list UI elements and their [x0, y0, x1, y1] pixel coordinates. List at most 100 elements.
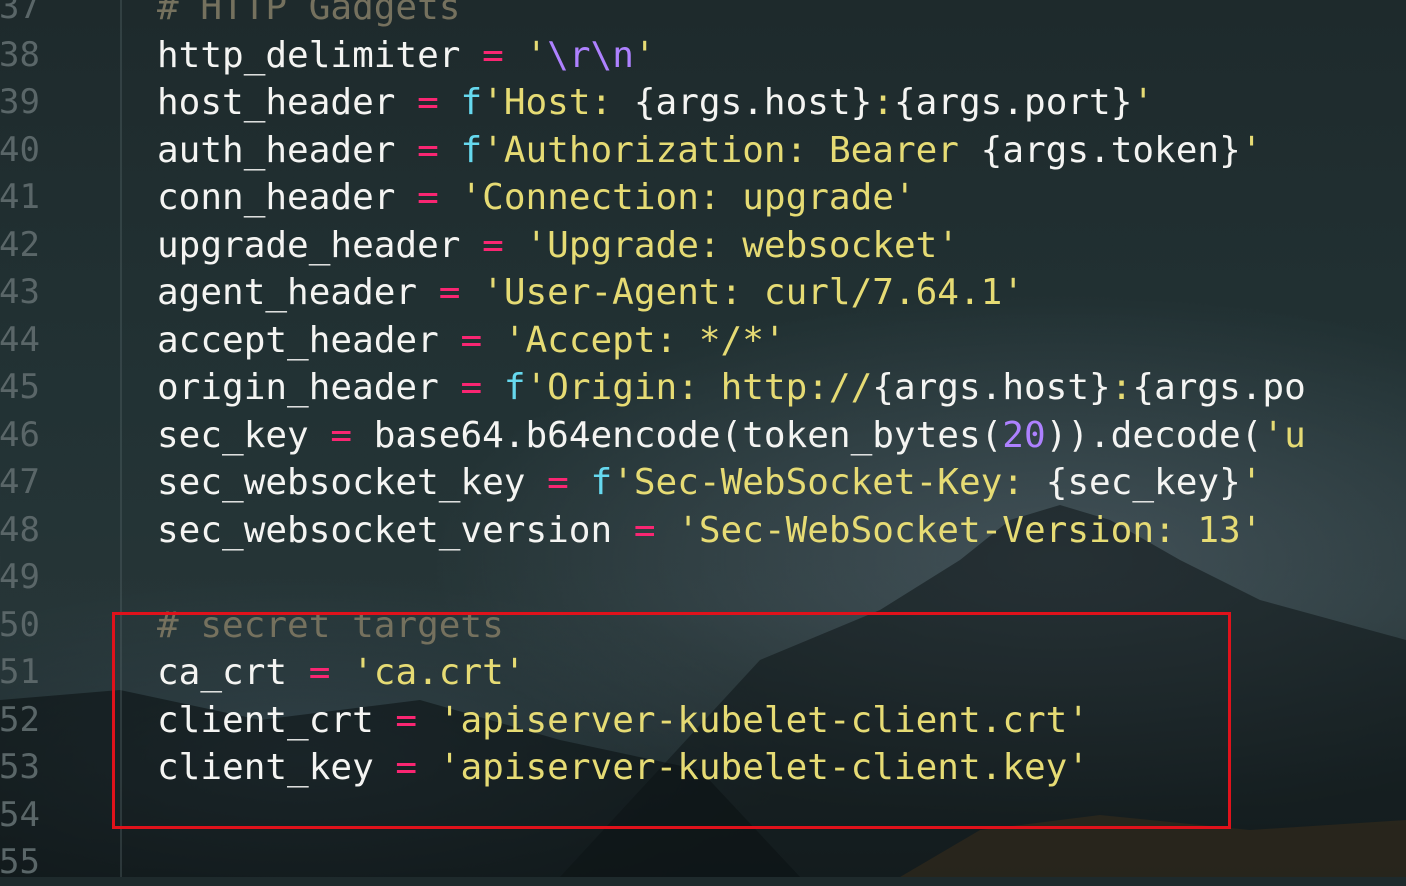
code-token: {sec_key} [1045, 462, 1241, 503]
code-line[interactable]: 38 http_delimiter = '\r\n' [0, 32, 1406, 79]
line-number: 51 [0, 652, 40, 692]
code-token: accept_header [157, 319, 461, 361]
line-number: 54 [0, 794, 40, 835]
code-line[interactable]: 42 upgrade_header = 'Upgrade: websocket' [0, 222, 1406, 269]
line-number: 53 [0, 747, 40, 787]
code-token: f [460, 82, 483, 123]
code-token: 'Sec-WebSocket-Version: 13' [677, 509, 1263, 551]
code-token: = [460, 319, 483, 361]
code-text: agent_header = 'User-Agent: curl/7.64.1' [157, 269, 1024, 316]
code-line[interactable]: 47 sec_websocket_key = f'Sec-WebSocket-Ke… [0, 459, 1406, 506]
code-line[interactable]: 41 conn_header = 'Connection: upgrade' [0, 174, 1406, 221]
code-token: f [590, 462, 613, 503]
line-number: 42 [0, 224, 40, 265]
line-number: 49 [0, 557, 40, 597]
code-token: origin_header [157, 367, 461, 408]
red-highlight-box [112, 612, 1231, 829]
code-text: # HTTP Gadgets [157, 0, 460, 31]
code-token: = [547, 462, 569, 503]
code-token: ' [633, 34, 656, 76]
code-token: {args.host} [872, 367, 1111, 408]
code-token: ' [1132, 82, 1155, 123]
code-token: {args.port} [893, 82, 1133, 123]
code-token: = [330, 414, 353, 456]
code-token: 'Origin: http:// [525, 367, 873, 408]
line-number: 38 [0, 34, 40, 75]
code-token: f [503, 367, 526, 408]
line-number: 40 [0, 129, 40, 170]
code-token: = [417, 177, 439, 218]
code-text: origin_header = f'Origin: http://{args.h… [157, 364, 1306, 411]
code-token: 'Host: [482, 82, 634, 123]
code-token: upgrade_header [157, 224, 483, 266]
line-number: 43 [0, 272, 40, 312]
code-line[interactable]: 46 sec_key = base64.b64encode(token_bytes… [0, 412, 1406, 459]
line-number: 44 [0, 319, 40, 360]
code-token: sec_websocket_key [157, 462, 548, 503]
code-token: 'Upgrade: websocket' [525, 224, 959, 266]
code-text: accept_header = 'Accept: */*' [157, 317, 786, 364]
code-line[interactable]: 49 [0, 554, 1406, 601]
code-line[interactable]: 48 sec_websocket_version = 'Sec-WebSocket… [0, 507, 1406, 554]
code-text: sec_websocket_key = f'Sec-WebSocket-Key:… [157, 459, 1262, 506]
code-token: ' [1240, 129, 1263, 171]
code-token: sec_key [157, 414, 331, 456]
code-token: {args.host} [633, 82, 873, 123]
code-line[interactable]: 40 auth_header = f'Authorization: Bearer … [0, 127, 1406, 174]
code-text: auth_header = f'Authorization: Bearer {a… [157, 127, 1262, 174]
code-line[interactable]: 43 agent_header = 'User-Agent: curl/7.64.… [0, 269, 1406, 316]
code-token: 'Sec-WebSocket-Key: [612, 462, 1046, 503]
line-number: 52 [0, 699, 40, 740]
code-token: f [460, 129, 483, 171]
code-line[interactable]: 44 accept_header = 'Accept: */*' [0, 317, 1406, 364]
line-number: 55 [0, 842, 40, 882]
code-text: sec_key = base64.b64encode(token_bytes(2… [157, 412, 1306, 459]
code-token: # HTTP Gadgets [157, 0, 461, 28]
code-token: 'u [1262, 414, 1306, 456]
code-token: = [460, 367, 483, 408]
code-token: = [417, 129, 439, 171]
code-token: 'Authorization: Bearer [482, 129, 981, 171]
line-number: 48 [0, 509, 40, 550]
line-number: 41 [0, 177, 40, 217]
code-token: 'Accept: */*' [503, 319, 786, 361]
code-token: host_header [157, 82, 418, 123]
line-number: 45 [0, 367, 40, 407]
code-line[interactable]: 39 host_header = f'Host: {args.host}:{arg… [0, 79, 1406, 126]
code-text: upgrade_header = 'Upgrade: websocket' [157, 222, 959, 269]
code-token: agent_header [157, 272, 439, 313]
line-number: 37 [0, 0, 40, 27]
code-token: {args.po [1132, 367, 1306, 408]
code-text: host_header = f'Host: {args.host}:{args.… [157, 79, 1154, 126]
code-token: = [482, 224, 504, 266]
code-token: )).decode( [1045, 414, 1263, 456]
code-token: auth_header [157, 129, 418, 171]
code-token: = [417, 82, 439, 123]
line-number: 50 [0, 604, 40, 645]
code-token: \r\n [547, 34, 634, 76]
code-token: = [438, 272, 461, 313]
code-token: = [482, 34, 504, 76]
code-token: {args.token} [980, 129, 1241, 171]
code-text: conn_header = 'Connection: upgrade' [157, 174, 916, 221]
code-token: 20 [1002, 414, 1046, 456]
code-text: http_delimiter = '\r\n' [157, 32, 656, 79]
code-token: base64.b64encode(token_bytes( [352, 414, 1003, 456]
code-token: = [633, 509, 656, 551]
line-number: 46 [0, 414, 40, 455]
code-token: ' [1240, 462, 1263, 503]
code-line[interactable]: 37 # HTTP Gadgets [0, 0, 1406, 31]
code-line[interactable]: 55 [0, 839, 1406, 886]
code-line[interactable]: 45 origin_header = f'Origin: http://{args… [0, 364, 1406, 411]
line-number: 39 [0, 82, 40, 122]
code-token: 'Connection: upgrade' [460, 177, 916, 218]
code-token: : [1110, 367, 1133, 408]
